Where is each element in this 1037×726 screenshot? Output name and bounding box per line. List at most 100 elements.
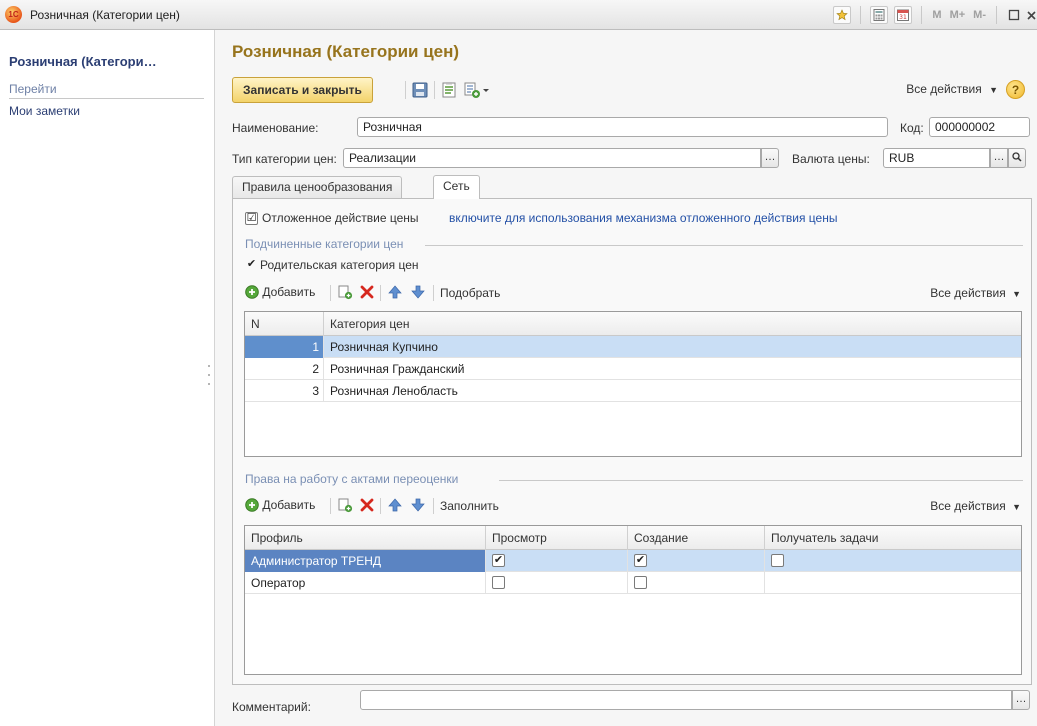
- pick-button[interactable]: Подобрать: [440, 286, 500, 300]
- comment-expand-button[interactable]: …: [1012, 690, 1030, 710]
- price-type-label: Тип категории цен:: [232, 152, 337, 166]
- subordinate-categories-group-title: Подчиненные категории цен: [245, 237, 404, 251]
- maximize-icon[interactable]: [1003, 5, 1025, 25]
- memory-m-button[interactable]: M: [928, 5, 945, 25]
- tab-panel-network: ☑ Отложенное действие цены включите для …: [232, 198, 1032, 685]
- row-category: Розничная Гражданский: [330, 362, 465, 376]
- reprice-rights-group-title: Права на работу с актами переоценки: [245, 472, 459, 486]
- recipient-checkbox[interactable]: [771, 554, 784, 567]
- rights-all-actions-menu[interactable]: Все действия ▼: [930, 499, 1021, 513]
- add-category-button[interactable]: Добавить: [245, 285, 315, 299]
- form-title: Розничная (Категории цен): [232, 42, 460, 61]
- row-number: 1: [245, 336, 324, 358]
- sidebar-title[interactable]: Розничная (Категори…: [9, 54, 204, 69]
- code-label: Код:: [900, 121, 924, 135]
- price-type-select-button[interactable]: …: [761, 148, 779, 168]
- move-up-icon[interactable]: [387, 284, 405, 302]
- column-header-profile[interactable]: Профиль: [245, 526, 486, 550]
- categories-all-actions-menu[interactable]: Все действия ▼: [930, 286, 1021, 300]
- chevron-down-icon[interactable]: [482, 81, 490, 99]
- add-right-button[interactable]: Добавить: [245, 498, 315, 512]
- deferred-price-checkbox[interactable]: ☑: [245, 212, 258, 225]
- add-icon: [245, 498, 259, 512]
- delete-icon[interactable]: [359, 497, 377, 515]
- divider: [996, 6, 997, 24]
- row-profile: Администратор ТРЕНД: [245, 550, 486, 572]
- view-checkbox[interactable]: [492, 576, 505, 589]
- table-row[interactable]: 3 Розничная Ленобласть: [245, 380, 1021, 402]
- tab-pricing-rules[interactable]: Правила ценообразования: [232, 176, 403, 198]
- column-header-category[interactable]: Категория цен: [324, 312, 1021, 336]
- search-icon: [1012, 152, 1022, 162]
- memory-minus-button[interactable]: M-: [969, 5, 990, 25]
- sidebar-link-my-notes[interactable]: Мои заметки: [9, 104, 80, 118]
- all-actions-menu[interactable]: Все действия ▼: [906, 82, 998, 96]
- subordinate-categories-table[interactable]: N Категория цен 1 Розничная Купчино 2 Ро…: [244, 311, 1022, 457]
- panel-splitter[interactable]: [207, 365, 211, 392]
- currency-open-button[interactable]: [1008, 148, 1026, 168]
- currency-label: Валюта цены:: [792, 152, 870, 166]
- name-field[interactable]: Розничная: [357, 117, 888, 137]
- copy-row-icon[interactable]: [337, 497, 355, 515]
- column-header-n[interactable]: N: [245, 312, 324, 336]
- tab-network[interactable]: Сеть: [433, 175, 480, 199]
- delete-icon[interactable]: [359, 284, 377, 302]
- calculator-icon[interactable]: [870, 6, 889, 24]
- view-checkbox[interactable]: ✔: [492, 554, 505, 567]
- currency-select-button[interactable]: …: [990, 148, 1008, 168]
- row-profile: Оператор: [245, 572, 486, 594]
- divider: [330, 285, 331, 301]
- divider: [434, 81, 435, 99]
- post-document-icon[interactable]: [440, 81, 458, 99]
- table-header: Профиль Просмотр Создание Получатель зад…: [245, 526, 1021, 550]
- deferred-price-link[interactable]: включите для использования механизма отл…: [449, 211, 837, 225]
- favorite-icon[interactable]: [833, 6, 852, 24]
- chevron-down-icon: ▼: [1012, 502, 1021, 512]
- price-type-field[interactable]: Реализации: [343, 148, 761, 168]
- divider: [860, 6, 862, 24]
- svg-text:31: 31: [900, 14, 908, 21]
- column-header-view[interactable]: Просмотр: [486, 526, 628, 550]
- parent-category-checkbox[interactable]: ✔: [245, 259, 258, 272]
- memory-plus-button[interactable]: M+: [946, 5, 970, 25]
- divider: [499, 480, 1023, 481]
- move-up-icon[interactable]: [387, 497, 405, 515]
- column-header-recipient[interactable]: Получатель задачи: [765, 526, 1021, 550]
- table-row[interactable]: 1 Розничная Купчино: [245, 336, 1021, 358]
- calendar-icon[interactable]: 31: [894, 6, 913, 24]
- command-bar: Записать и закрыть Все действия ▼ ?: [232, 77, 1032, 103]
- comment-field[interactable]: [360, 690, 1012, 710]
- create-checkbox[interactable]: ✔: [634, 554, 647, 567]
- all-actions-label: Все действия: [930, 499, 1006, 513]
- reprice-rights-table[interactable]: Профиль Просмотр Создание Получатель зад…: [244, 525, 1022, 675]
- save-and-close-button[interactable]: Записать и закрыть: [232, 77, 373, 103]
- comment-label: Комментарий:: [232, 700, 311, 714]
- code-field[interactable]: 000000002: [929, 117, 1030, 137]
- table-row[interactable]: Оператор: [245, 572, 1021, 594]
- navigation-panel: Розничная (Категори… Перейти Мои заметки: [0, 30, 215, 726]
- row-view-cell: [486, 572, 628, 594]
- table-header: N Категория цен: [245, 312, 1021, 336]
- column-header-create[interactable]: Создание: [628, 526, 765, 550]
- save-icon[interactable]: [411, 81, 429, 99]
- title-bar: 1С Розничная (Категории цен) 31 M M+ M-: [0, 0, 1037, 30]
- fill-button[interactable]: Заполнить: [440, 499, 499, 513]
- divider: [380, 285, 381, 301]
- divider: [425, 245, 1023, 246]
- app-logo-icon: 1С: [5, 6, 22, 23]
- close-icon[interactable]: [1025, 5, 1037, 25]
- add-icon: [245, 285, 259, 299]
- row-category: Розничная Купчино: [330, 340, 438, 354]
- create-based-on-icon[interactable]: [463, 81, 481, 99]
- copy-row-icon[interactable]: [337, 284, 355, 302]
- all-actions-label: Все действия: [906, 82, 982, 96]
- add-category-label: Добавить: [262, 285, 316, 299]
- table-row[interactable]: Администратор ТРЕНД ✔ ✔: [245, 550, 1021, 572]
- move-down-icon[interactable]: [410, 497, 428, 515]
- move-down-icon[interactable]: [410, 284, 428, 302]
- create-checkbox[interactable]: [634, 576, 647, 589]
- table-row[interactable]: 2 Розничная Гражданский: [245, 358, 1021, 380]
- currency-field[interactable]: RUB: [883, 148, 990, 168]
- help-icon[interactable]: ?: [1006, 80, 1025, 99]
- divider: [921, 6, 923, 24]
